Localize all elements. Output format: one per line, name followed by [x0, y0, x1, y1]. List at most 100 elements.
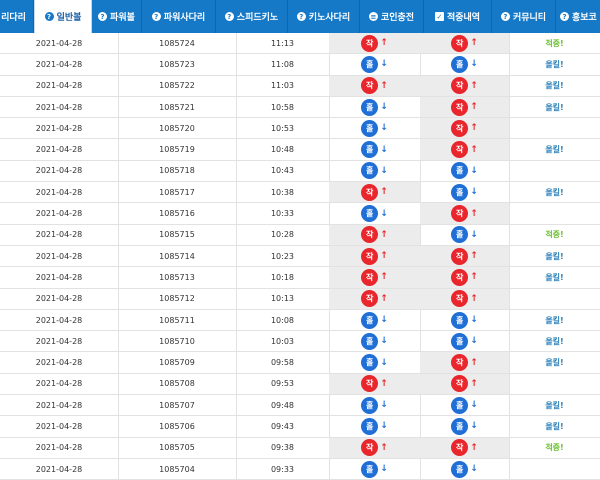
status-cell: 올킬!	[545, 102, 564, 112]
arrow-down-icon: ↓	[380, 59, 388, 70]
even-ball-icon: 홀	[451, 332, 469, 350]
even-ball-icon: 홀	[451, 396, 469, 414]
pick-cell: 작 ↑	[329, 288, 421, 309]
date-cell: 2021-04-28	[0, 267, 119, 288]
tab-label: 적중내역	[446, 13, 481, 23]
round-cell: 1085721	[118, 96, 237, 118]
even-ball-icon: 홀	[451, 417, 469, 435]
result-cell: 홀 ↓	[420, 458, 510, 480]
time-cell: 09:43	[236, 416, 330, 437]
even-ball-icon: 홀	[451, 183, 469, 201]
status-cell: 올킬!	[545, 336, 564, 346]
arrow-down-icon: ↓	[470, 315, 478, 325]
even-ball-icon: 홀	[361, 205, 379, 223]
date-cell: 2021-04-28	[0, 309, 119, 331]
even-ball-icon: 홀	[361, 354, 379, 372]
question-icon: ?	[151, 12, 161, 21]
tab-ladder[interactable]: 리다리	[0, 0, 34, 33]
table-row: 2021-04-28 1085715 10:28 작 ↑ 홀 ↓ 적중!	[0, 224, 600, 246]
arrow-down-icon: ↓	[380, 144, 388, 155]
arrow-up-icon: ↑	[470, 293, 478, 304]
arrow-up-icon: ↑	[470, 208, 478, 219]
arrow-down-icon: ↓	[380, 400, 388, 411]
arrow-up-icon: ↑	[470, 144, 478, 155]
table-row: 2021-04-28 1085724 11:13 작 ↑ 작 ↑ 적중!	[0, 33, 600, 55]
even-ball-icon: 홀	[361, 311, 379, 329]
status-cell	[509, 459, 600, 479]
arrow-up-icon: ↑	[470, 80, 478, 91]
even-ball-icon: 홀	[361, 417, 379, 435]
time-cell: 11:08	[236, 54, 330, 75]
question-icon: ?	[500, 12, 510, 21]
pick-cell: 홀 ↓	[329, 203, 421, 224]
even-ball-icon: 홀	[451, 55, 469, 73]
odd-ball-icon: 작	[361, 34, 379, 52]
pick-cell: 작 ↑	[329, 75, 421, 96]
tab-powerball[interactable]: ? 파워볼	[92, 0, 142, 33]
arrow-up-icon: ↑	[380, 187, 388, 198]
date-cell: 2021-04-28	[0, 96, 119, 118]
round-cell: 1085712	[118, 288, 237, 309]
result-cell: 홀 ↓	[420, 224, 510, 245]
arrow-up-icon: ↑	[380, 229, 388, 240]
time-cell: 11:03	[236, 75, 330, 96]
table-row: 2021-04-28 1085706 09:43 홀 ↓ 홀 ↓ 올킬!	[0, 416, 600, 438]
status-cell: 올킬!	[545, 145, 564, 155]
time-cell: 09:58	[236, 352, 330, 373]
table-row: 2021-04-28 1085709 09:58 홀 ↓ 작 ↑ 올킬!	[0, 352, 600, 374]
date-cell: 2021-04-28	[0, 118, 119, 139]
arrow-down-icon: ↓	[470, 165, 478, 176]
arrow-up-icon: ↑	[470, 357, 478, 368]
table-row: 2021-04-28 1085714 10:23 작 ↑ 작 ↑ 올킬!	[0, 245, 600, 268]
arrow-down-icon: ↓	[380, 357, 388, 368]
result-cell: 작 ↑	[420, 118, 510, 139]
arrow-down-icon: ↓	[380, 165, 388, 176]
date-cell: 2021-04-28	[0, 416, 119, 437]
tab-promotion[interactable]: ? 홍보코	[556, 0, 600, 33]
arrow-up-icon: ↑	[380, 442, 388, 453]
tab-label: 코인충전	[380, 13, 415, 23]
odd-ball-icon: 작	[451, 205, 469, 223]
tab-label: 커뮤니티	[512, 13, 547, 23]
odd-ball-icon: 작	[361, 226, 379, 244]
arrow-down-icon: ↓	[470, 336, 478, 347]
time-cell: 10:48	[236, 139, 330, 160]
tab-power-ladder[interactable]: ? 파워사다리	[142, 0, 216, 33]
results-table: 2021-04-28 1085724 11:13 작 ↑ 작 ↑ 적중! 2021-04-28 1…	[0, 33, 600, 480]
date-cell: 2021-04-28	[0, 182, 119, 203]
result-cell: 홀 ↓	[420, 395, 510, 416]
round-cell: 1085705	[118, 437, 237, 458]
tab-label: 파워볼	[110, 13, 135, 23]
odd-ball-icon: 작	[451, 77, 469, 95]
time-cell: 10:53	[236, 118, 330, 139]
round-cell: 1085723	[118, 54, 237, 75]
tab-hit-history[interactable]: ✓ 적중내역	[424, 0, 492, 33]
arrow-up-icon: ↑	[380, 251, 388, 262]
tab-speed-keno[interactable]: ? 스피드키노	[216, 0, 288, 33]
odd-ball-icon: 작	[361, 439, 379, 457]
status-cell: 올킬!	[545, 421, 564, 431]
status-cell: 올킬!	[545, 251, 564, 261]
table-row: 2021-04-28 1085711 10:08 홀 ↓ 홀 ↓ 올킬!	[0, 309, 600, 332]
result-cell: 작 ↑	[420, 33, 510, 54]
date-cell: 2021-04-28	[0, 288, 119, 309]
tab-general-ball[interactable]: ? 일반볼	[34, 0, 92, 33]
pick-cell: 홀 ↓	[329, 118, 421, 139]
pick-cell: 작 ↑	[329, 245, 421, 267]
table-row: 2021-04-28 1085717 10:38 작 ↑ 홀 ↓ 올킬!	[0, 182, 600, 204]
question-icon: ?	[224, 12, 234, 21]
pick-cell: 홀 ↓	[329, 416, 421, 437]
tab-community[interactable]: ? 커뮤니티	[492, 0, 556, 33]
time-cell: 10:08	[236, 309, 330, 331]
time-cell: 09:33	[236, 458, 330, 480]
table-row: 2021-04-28 1085705 09:38 작 ↑ 작 ↑ 적중!	[0, 437, 600, 459]
arrow-down-icon: ↓	[470, 421, 478, 432]
result-cell: 작 ↑	[420, 203, 510, 224]
table-row: 2021-04-28 1085719 10:48 홀 ↓ 작 ↑ 올킬!	[0, 139, 600, 161]
table-row: 2021-04-28 1085718 10:43 홀 ↓ 홀 ↓	[0, 160, 600, 183]
date-cell: 2021-04-28	[0, 395, 119, 416]
date-cell: 2021-04-28	[0, 245, 119, 267]
odd-ball-icon: 작	[361, 290, 379, 308]
tab-keno-ladder[interactable]: ? 키노사다리	[288, 0, 360, 33]
tab-coin-charge[interactable]: ≡ 코인충전	[360, 0, 424, 33]
